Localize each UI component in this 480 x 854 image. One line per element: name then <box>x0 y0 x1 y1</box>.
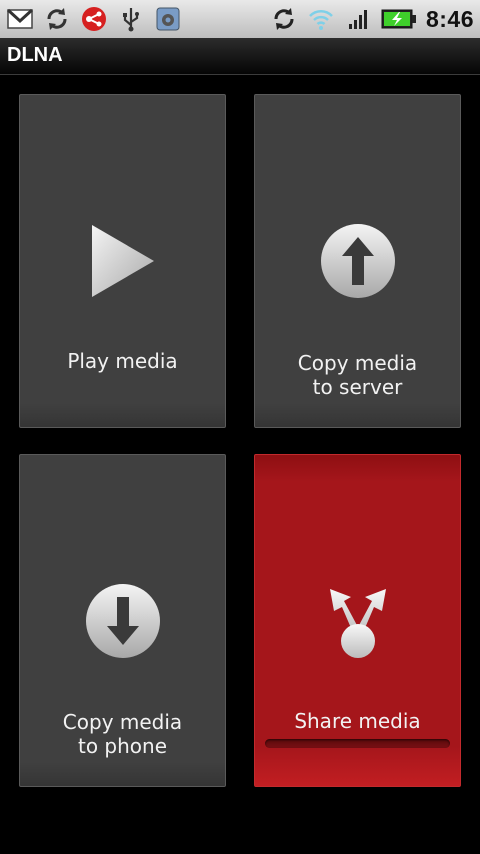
share-media-label: Share media <box>294 709 421 733</box>
media-share-icon <box>82 7 106 31</box>
battery-charging-icon <box>381 9 416 29</box>
download-arrow-icon <box>85 584 160 658</box>
settings-icon <box>156 7 180 31</box>
copy-to-server-tile[interactable]: Copy media to server <box>254 94 461 428</box>
play-icon <box>91 225 154 297</box>
wifi-icon <box>309 9 333 30</box>
status-bar: 8:46 <box>0 0 480 38</box>
gmail-icon <box>6 8 34 29</box>
copy-to-phone-label: Copy media to phone <box>62 710 183 758</box>
sync-icon <box>47 8 67 30</box>
share-icon <box>329 589 386 658</box>
signal-icon <box>348 10 367 29</box>
title-bar: DLNA <box>0 38 480 75</box>
share-media-tile[interactable]: Share media <box>254 454 461 787</box>
copy-to-phone-tile[interactable]: Copy media to phone <box>19 454 226 787</box>
copy-to-server-label: Copy media to server <box>297 351 418 399</box>
usb-icon <box>123 8 139 32</box>
upload-arrow-icon <box>320 224 395 298</box>
sync-icon <box>274 8 294 30</box>
app-title: DLNA <box>7 44 63 66</box>
clock: 8:46 <box>425 5 474 32</box>
play-media-tile[interactable]: Play media <box>19 94 226 428</box>
tile-scroll-indicator <box>265 739 450 748</box>
play-media-label: Play media <box>67 349 178 373</box>
